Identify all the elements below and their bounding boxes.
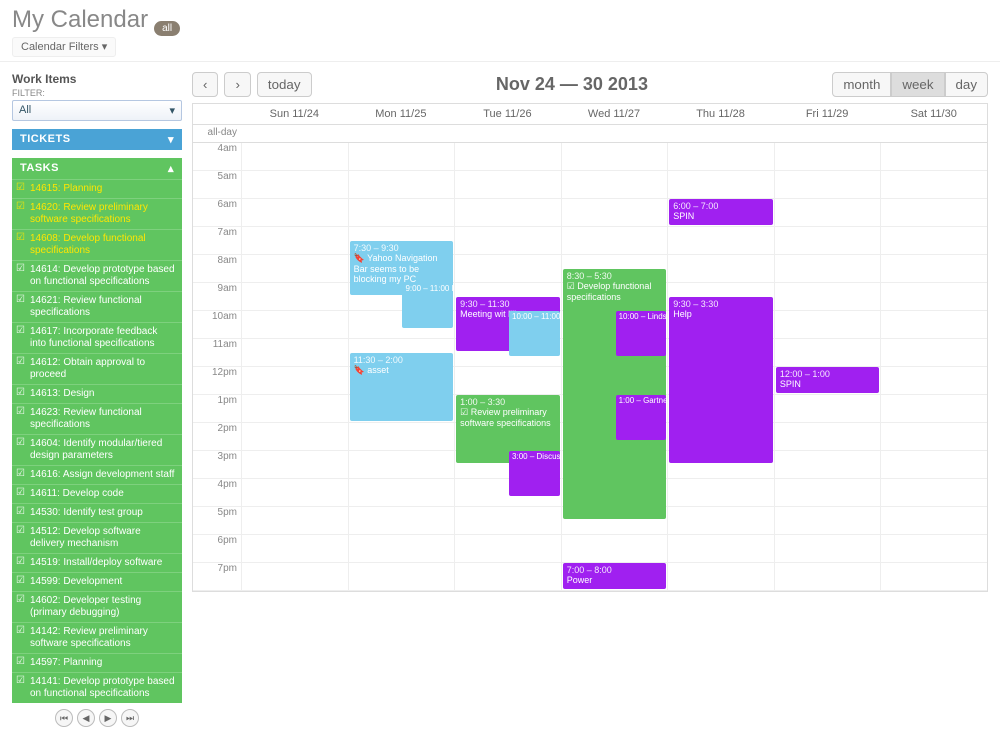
allday-cell[interactable] bbox=[241, 125, 348, 143]
day-header: Tue 11/26 bbox=[454, 104, 561, 125]
badge-all: all bbox=[154, 21, 180, 36]
time-label: 10am bbox=[193, 311, 241, 339]
time-label: 4am bbox=[193, 143, 241, 171]
calendar: ‹ › today Nov 24 — 30 2013 month week da… bbox=[192, 72, 988, 727]
time-label: 12pm bbox=[193, 367, 241, 395]
task-item[interactable]: 14612: Obtain approval to proceed bbox=[12, 353, 182, 384]
task-item[interactable]: 14621: Review functional specifications bbox=[12, 291, 182, 322]
filter-select[interactable]: All ▾ bbox=[12, 100, 182, 121]
task-item[interactable]: 14614: Develop prototype based on functi… bbox=[12, 260, 182, 291]
task-item[interactable]: 14602: Developer testing (primary debugg… bbox=[12, 591, 182, 622]
chevron-up-icon: ▴ bbox=[168, 162, 174, 175]
task-item[interactable]: 14604: Identify modular/tiered design pa… bbox=[12, 434, 182, 465]
pager-prev[interactable]: ◀ bbox=[77, 709, 95, 727]
task-list: 14615: Planning14620: Review preliminary… bbox=[12, 179, 182, 703]
allday-label: all-day bbox=[193, 125, 241, 143]
task-item[interactable]: 14617: Incorporate feedback into functio… bbox=[12, 322, 182, 353]
calendar-event[interactable]: 6:00 – 7:00SPIN bbox=[669, 199, 773, 225]
calendar-filters-toggle[interactable]: Calendar Filters ▾ bbox=[12, 37, 116, 57]
task-item[interactable]: 14615: Planning bbox=[12, 179, 182, 198]
calendar-event[interactable]: 7:00 – 8:00Power bbox=[563, 563, 667, 589]
pager-first[interactable]: ⏮ bbox=[55, 709, 73, 727]
time-label: 6am bbox=[193, 199, 241, 227]
time-label: 2pm bbox=[193, 423, 241, 451]
calendar-grid: Sun 11/24Mon 11/25Tue 11/26Wed 11/27Thu … bbox=[192, 103, 988, 592]
task-item[interactable]: 14611: Develop code bbox=[12, 484, 182, 503]
day-header: Mon 11/25 bbox=[348, 104, 455, 125]
time-label: 8am bbox=[193, 255, 241, 283]
day-column[interactable] bbox=[241, 143, 348, 591]
allday-cell[interactable] bbox=[667, 125, 774, 143]
time-label: 5am bbox=[193, 171, 241, 199]
chevron-down-icon: ▾ bbox=[168, 133, 174, 146]
task-item[interactable]: 14530: Identify test group bbox=[12, 503, 182, 522]
day-header: Sat 11/30 bbox=[880, 104, 987, 125]
calendar-event-chip[interactable]: 3:00 – Discuss bbox=[509, 451, 560, 496]
pager-next[interactable]: ▶ bbox=[99, 709, 117, 727]
view-month[interactable]: month bbox=[832, 72, 891, 97]
view-day[interactable]: day bbox=[945, 72, 989, 97]
allday-cell[interactable] bbox=[880, 125, 987, 143]
work-items-title: Work Items bbox=[12, 72, 182, 86]
calendar-event[interactable]: 9:30 – 3:30Help bbox=[669, 297, 773, 463]
calendar-event[interactable]: 11:30 – 2:00🔖 asset bbox=[350, 353, 454, 421]
task-item[interactable]: 14613: Design bbox=[12, 384, 182, 403]
allday-cell[interactable] bbox=[348, 125, 455, 143]
time-label: 11am bbox=[193, 339, 241, 367]
task-item[interactable]: 14623: Review functional specifications bbox=[12, 403, 182, 434]
filter-label: FILTER: bbox=[12, 88, 182, 98]
task-item[interactable]: 14141: Develop prototype based on functi… bbox=[12, 672, 182, 703]
today-button[interactable]: today bbox=[257, 72, 312, 97]
day-header: Sun 11/24 bbox=[241, 104, 348, 125]
view-week[interactable]: week bbox=[891, 72, 944, 97]
date-range-title: Nov 24 — 30 2013 bbox=[318, 74, 827, 95]
task-item[interactable]: 14142: Review preliminary software speci… bbox=[12, 622, 182, 653]
allday-cell[interactable] bbox=[454, 125, 561, 143]
pager-last[interactable]: ⏭ bbox=[121, 709, 139, 727]
task-item[interactable]: 14616: Assign development staff bbox=[12, 465, 182, 484]
task-item[interactable]: 14519: Install/deploy software bbox=[12, 553, 182, 572]
time-label: 1pm bbox=[193, 395, 241, 423]
tickets-header[interactable]: TICKETS▾ bbox=[12, 129, 182, 150]
task-item[interactable]: 14608: Develop functional specifications bbox=[12, 229, 182, 260]
page-title: My Calendar bbox=[12, 6, 148, 34]
calendar-event-chip[interactable]: 9:00 – 11:00 Purchase Hardware - z bbox=[402, 283, 453, 328]
task-item[interactable]: 14512: Develop software delivery mechani… bbox=[12, 522, 182, 553]
day-header: Wed 11/27 bbox=[561, 104, 668, 125]
time-label: 9am bbox=[193, 283, 241, 311]
day-header: Thu 11/28 bbox=[667, 104, 774, 125]
day-column[interactable] bbox=[880, 143, 987, 591]
time-label: 7pm bbox=[193, 563, 241, 591]
time-label: 4pm bbox=[193, 479, 241, 507]
chevron-down-icon: ▾ bbox=[169, 104, 175, 117]
day-column[interactable]: 9:30 – 11:30Meeting wit lili1:00 – 3:30☑… bbox=[454, 143, 561, 591]
time-label: 3pm bbox=[193, 451, 241, 479]
tasks-header[interactable]: TASKS▴ bbox=[12, 158, 182, 179]
time-label: 7am bbox=[193, 227, 241, 255]
allday-cell[interactable] bbox=[561, 125, 668, 143]
calendar-event-chip[interactable]: 1:00 – Gartner bbox=[616, 395, 667, 440]
task-item[interactable]: 14620: Review preliminary software speci… bbox=[12, 198, 182, 229]
task-item[interactable]: 14597: Planning bbox=[12, 653, 182, 672]
calendar-event[interactable]: 8:30 – 5:30☑ Develop functional specific… bbox=[563, 269, 667, 519]
time-label: 6pm bbox=[193, 535, 241, 563]
task-item[interactable]: 14599: Development bbox=[12, 572, 182, 591]
sidebar: Work Items FILTER: All ▾ TICKETS▾ TASKS▴… bbox=[12, 72, 182, 727]
time-label: 5pm bbox=[193, 507, 241, 535]
pager: ⏮ ◀ ▶ ⏭ bbox=[12, 709, 182, 727]
calendar-event[interactable]: 12:00 – 1:00SPIN bbox=[776, 367, 880, 393]
filter-value: All bbox=[19, 104, 31, 117]
day-header: Fri 11/29 bbox=[774, 104, 881, 125]
calendar-event-chip[interactable]: 10:00 – 11:00 Entry bbox=[509, 311, 560, 356]
time-column: 4am5am6am7am8am9am10am11am12pm1pm2pm3pm4… bbox=[193, 143, 241, 591]
calendar-event-chip[interactable]: 10:00 – Lindsay bbox=[616, 311, 667, 356]
allday-cell[interactable] bbox=[774, 125, 881, 143]
prev-button[interactable]: ‹ bbox=[192, 72, 218, 97]
day-column[interactable]: 8:30 – 5:30☑ Develop functional specific… bbox=[561, 143, 668, 591]
next-button[interactable]: › bbox=[224, 72, 250, 97]
day-column[interactable]: 7:30 – 9:30🔖 Yahoo Navigation Bar seems … bbox=[348, 143, 455, 591]
day-column[interactable]: 6:00 – 7:00SPIN 9:30 – 3:30Help bbox=[667, 143, 774, 591]
day-column[interactable]: 12:00 – 1:00SPIN bbox=[774, 143, 881, 591]
